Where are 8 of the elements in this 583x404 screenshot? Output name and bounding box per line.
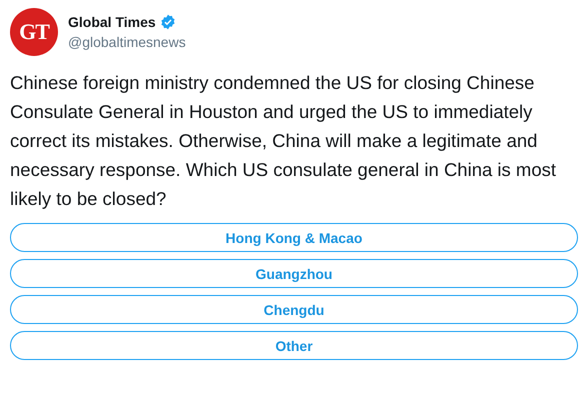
poll-option[interactable]: Chengdu [10, 295, 578, 324]
logo: GT [10, 8, 58, 56]
tweet-text: Chinese foreign ministry condemned the US for closing Chinese Consulate General in Houston and urged the US to immediately correct its mistakes. Otherwise, China will make a legitimate and necessary response. Which US consulate general in China is most likely to be closed? [10, 71, 558, 211]
poll-option[interactable]: Guangzhou [10, 259, 578, 288]
poll-option[interactable]: Hong Kong & Macao [10, 223, 578, 252]
poll-option[interactable]: Other [10, 331, 578, 360]
account-name: Global Times [68, 14, 156, 30]
account-handle: @globaltimesnews [68, 34, 186, 50]
